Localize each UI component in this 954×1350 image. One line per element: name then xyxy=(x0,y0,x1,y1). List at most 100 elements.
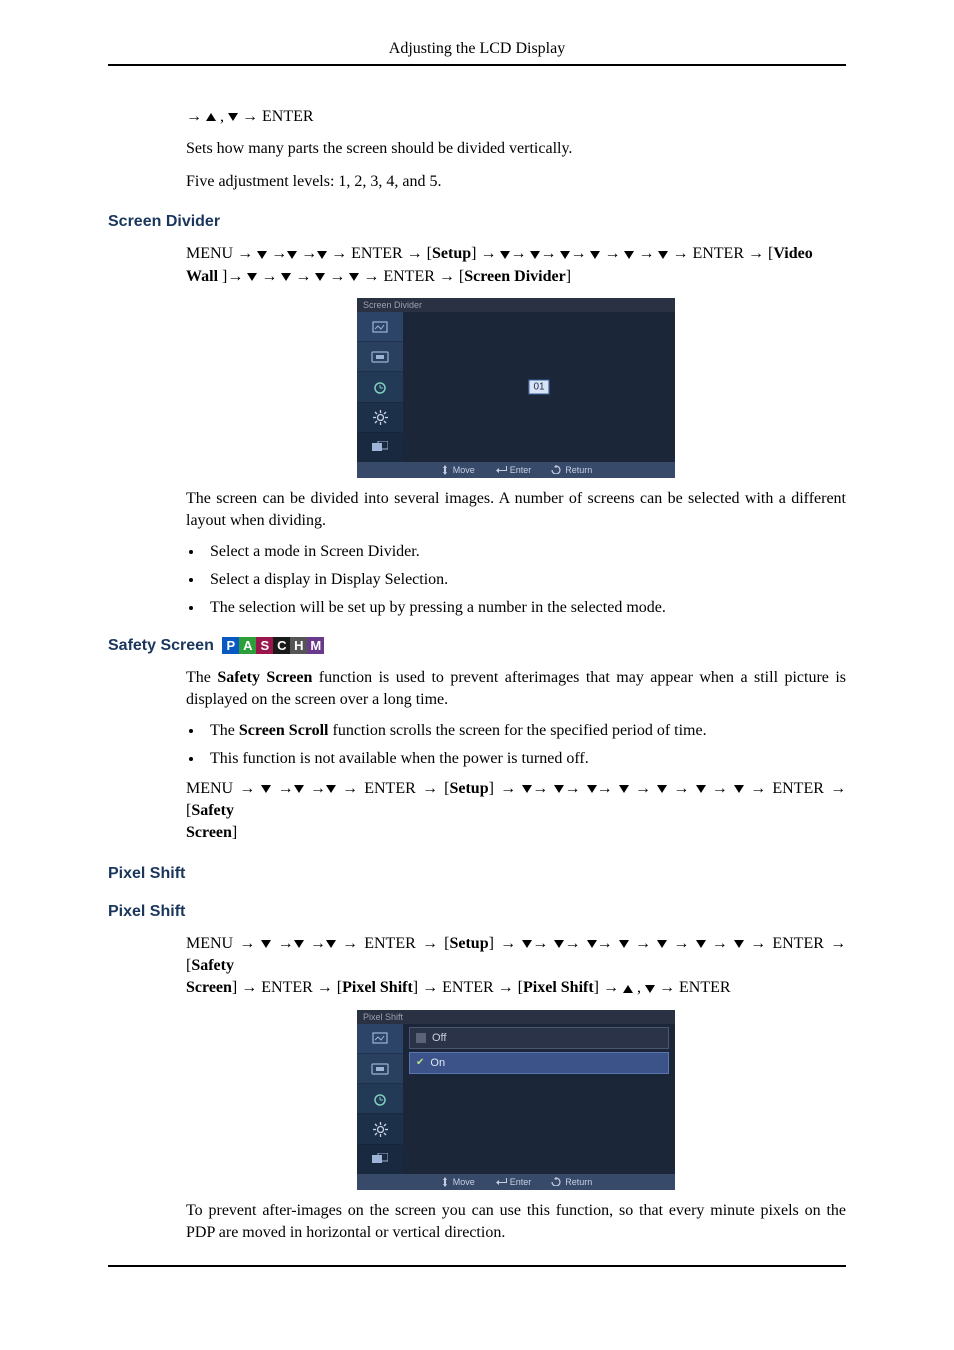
osd-sidebar-item[interactable] xyxy=(357,403,403,433)
option-on[interactable]: ✔On xyxy=(409,1052,669,1074)
osd-sidebar-item[interactable] xyxy=(357,342,403,372)
osd-body: Off ✔On xyxy=(357,1024,675,1174)
footer-rule xyxy=(108,1265,846,1267)
osd-sidebar-item[interactable] xyxy=(357,1084,403,1114)
osd-footer-move: Move xyxy=(440,465,475,475)
move-icon xyxy=(440,465,450,475)
osd-sidebar-item[interactable] xyxy=(357,1114,403,1144)
input-icon xyxy=(371,1063,389,1075)
option-off[interactable]: Off xyxy=(409,1027,669,1049)
down-arrow-icon xyxy=(619,940,629,948)
down-arrow-icon xyxy=(624,251,634,259)
down-arrow-icon xyxy=(257,251,267,259)
pixel-shift-heading-1: Pixel Shift xyxy=(108,865,846,883)
down-arrow-icon xyxy=(696,940,706,948)
down-arrow-icon xyxy=(326,785,336,793)
page-header: Adjusting the LCD Display xyxy=(108,40,846,58)
check-icon: ✔ xyxy=(416,1057,424,1068)
enter-icon xyxy=(495,1177,507,1186)
badge-s: S xyxy=(256,637,273,654)
osd-value[interactable]: 01 xyxy=(528,379,549,394)
return-icon xyxy=(551,1177,562,1186)
osd-sidebar-item[interactable] xyxy=(357,1145,403,1174)
intro-desc: Sets how many parts the screen should be… xyxy=(186,138,846,160)
safety-screen-block: The Safety Screen function is used to pr… xyxy=(186,667,846,845)
down-arrow-icon xyxy=(261,940,271,948)
down-arrow-icon xyxy=(587,785,597,793)
osd-main: Off ✔On xyxy=(403,1024,675,1174)
list-item: This function is not available when the … xyxy=(204,750,846,768)
down-arrow-icon xyxy=(281,273,291,281)
timer-icon xyxy=(373,1092,387,1106)
osd-footer-enter: Enter xyxy=(495,465,532,475)
down-arrow-icon xyxy=(294,785,304,793)
pixel-shift-block: MENU → → → → ENTER → [Setup] → → → → → →… xyxy=(186,933,846,1245)
osd-sidebar-item[interactable] xyxy=(357,1054,403,1084)
down-arrow-icon xyxy=(522,785,532,793)
osd-footer-return: Return xyxy=(551,1177,592,1187)
osd-body: 01 xyxy=(357,312,675,462)
mode-badges: P A S C H M xyxy=(222,637,324,654)
pixel-shift-heading-2: Pixel Shift xyxy=(108,903,846,921)
osd-footer: Move Enter Return xyxy=(357,462,675,478)
osd-sidebar-item[interactable] xyxy=(357,433,403,462)
list-item: The Screen Scroll function scrolls the s… xyxy=(204,722,846,740)
down-arrow-icon xyxy=(696,785,706,793)
osd-footer-return: Return xyxy=(551,465,592,475)
down-arrow-icon xyxy=(554,940,564,948)
intro-levels: Five adjustment levels: 1, 2, 3, 4, and … xyxy=(186,171,846,193)
down-arrow-icon xyxy=(315,273,325,281)
picture-icon xyxy=(372,320,388,334)
down-arrow-icon xyxy=(734,785,744,793)
osd-sidebar-item[interactable] xyxy=(357,1024,403,1054)
osd-sidebar xyxy=(357,1024,403,1174)
osd-sidebar-item[interactable] xyxy=(357,372,403,402)
down-arrow-icon xyxy=(590,251,600,259)
badge-p: P xyxy=(222,637,239,654)
screen-divider-nav: MENU → → → → ENTER → [Setup] → → → → → →… xyxy=(186,243,846,288)
picture-icon xyxy=(372,1031,388,1045)
list-item: Select a mode in Screen Divider. xyxy=(204,543,846,561)
down-arrow-icon xyxy=(247,273,257,281)
screen-divider-para: The screen can be divided into several i… xyxy=(186,488,846,533)
nav-tail: → , → ENTER xyxy=(186,106,846,128)
down-arrow-icon xyxy=(657,940,667,948)
gear-icon xyxy=(373,1122,388,1137)
checkbox-icon xyxy=(416,1033,426,1043)
osd-sidebar-item[interactable] xyxy=(357,312,403,342)
down-arrow-icon xyxy=(287,251,297,259)
badge-c: C xyxy=(273,637,290,654)
safety-screen-nav: MENU → → → → ENTER → [Setup] → → → → → →… xyxy=(186,778,846,845)
timer-icon xyxy=(373,380,387,394)
badge-a: A xyxy=(239,637,256,654)
gear-icon xyxy=(373,410,388,425)
osd-screen-divider: Screen Divider 01 Move Enter Return xyxy=(357,298,675,478)
badge-m: M xyxy=(307,637,324,654)
document-page: Adjusting the LCD Display → , → ENTER Se… xyxy=(0,0,954,1307)
osd-footer: Move Enter Return xyxy=(357,1174,675,1190)
enter-icon xyxy=(495,465,507,474)
safety-screen-para: The Safety Screen function is used to pr… xyxy=(186,667,846,712)
pixel-shift-para: To prevent after-images on the screen yo… xyxy=(186,1200,846,1245)
down-arrow-icon xyxy=(500,251,510,259)
down-arrow-icon xyxy=(657,785,667,793)
down-arrow-icon xyxy=(317,251,327,259)
osd-sidebar xyxy=(357,312,403,462)
list-item: Select a display in Display Selection. xyxy=(204,571,846,589)
down-arrow-icon xyxy=(560,251,570,259)
down-arrow-icon xyxy=(349,273,359,281)
down-arrow-icon xyxy=(734,940,744,948)
osd-title: Screen Divider xyxy=(357,298,675,312)
down-arrow-icon xyxy=(326,940,336,948)
down-arrow-icon xyxy=(228,113,238,121)
osd-main: 01 xyxy=(403,312,675,462)
multi-icon xyxy=(372,1153,388,1165)
down-arrow-icon xyxy=(530,251,540,259)
down-arrow-icon xyxy=(619,785,629,793)
return-icon xyxy=(551,465,562,474)
multi-icon xyxy=(372,441,388,453)
osd-footer-move: Move xyxy=(440,1177,475,1187)
down-arrow-icon xyxy=(587,940,597,948)
down-arrow-icon xyxy=(294,940,304,948)
intro-block: → , → ENTER Sets how many parts the scre… xyxy=(186,106,846,193)
